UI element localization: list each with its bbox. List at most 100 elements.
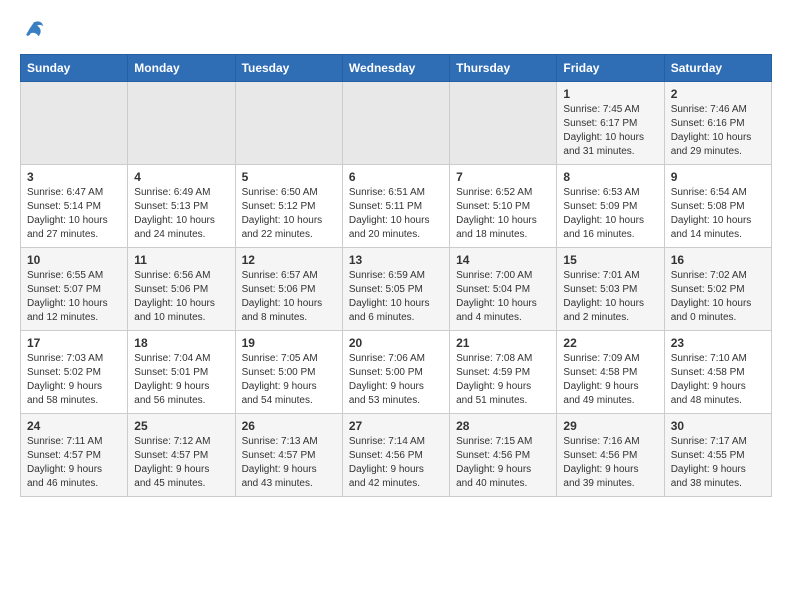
weekday-row: SundayMondayTuesdayWednesdayThursdayFrid…	[21, 55, 772, 82]
day-number: 21	[456, 336, 550, 350]
day-number: 11	[134, 253, 228, 267]
calendar-cell: 9 Sunrise: 6:54 AM Sunset: 5:08 PM Daylig…	[664, 165, 771, 248]
calendar-week-row: 17 Sunrise: 7:03 AM Sunset: 5:02 PM Dayli…	[21, 331, 772, 414]
calendar-cell: 25 Sunrise: 7:12 AM Sunset: 4:57 PM Dayli…	[128, 414, 235, 497]
logo-icon	[20, 16, 48, 44]
day-number: 8	[563, 170, 657, 184]
day-info: Sunrise: 7:13 AM Sunset: 4:57 PM Dayligh…	[242, 435, 336, 491]
calendar-cell: 21 Sunrise: 7:08 AM Sunset: 4:59 PM Dayli…	[450, 331, 557, 414]
day-info: Sunrise: 6:56 AM Sunset: 5:06 PM Dayligh…	[134, 269, 228, 325]
day-number: 19	[242, 336, 336, 350]
calendar-cell: 7 Sunrise: 6:52 AM Sunset: 5:10 PM Daylig…	[450, 165, 557, 248]
header	[20, 16, 772, 44]
calendar-cell: 15 Sunrise: 7:01 AM Sunset: 5:03 PM Dayli…	[557, 248, 664, 331]
calendar-cell: 8Sunrise: 6:53 AM Sunset: 5:09 PM Daylig…	[557, 165, 664, 248]
day-info: Sunrise: 6:49 AM Sunset: 5:13 PM Dayligh…	[134, 186, 228, 242]
day-number: 17	[27, 336, 121, 350]
calendar-cell: 1Sunrise: 7:45 AM Sunset: 6:17 PM Daylig…	[557, 82, 664, 165]
calendar-cell	[128, 82, 235, 165]
day-number: 14	[456, 253, 550, 267]
calendar-cell	[342, 82, 449, 165]
day-info: Sunrise: 6:57 AM Sunset: 5:06 PM Dayligh…	[242, 269, 336, 325]
calendar-cell: 16 Sunrise: 7:02 AM Sunset: 5:02 PM Dayli…	[664, 248, 771, 331]
calendar-cell: 4 Sunrise: 6:49 AM Sunset: 5:13 PM Daylig…	[128, 165, 235, 248]
calendar-cell: 24Sunrise: 7:11 AM Sunset: 4:57 PM Dayli…	[21, 414, 128, 497]
weekday-header: Friday	[557, 55, 664, 82]
day-number: 12	[242, 253, 336, 267]
day-number: 6	[349, 170, 443, 184]
calendar-cell: 13Sunrise: 6:59 AM Sunset: 5:05 PM Dayli…	[342, 248, 449, 331]
day-info: Sunrise: 7:10 AM Sunset: 4:58 PM Dayligh…	[671, 352, 765, 408]
day-info: Sunrise: 6:50 AM Sunset: 5:12 PM Dayligh…	[242, 186, 336, 242]
day-number: 7	[456, 170, 550, 184]
day-number: 23	[671, 336, 765, 350]
day-number: 28	[456, 419, 550, 433]
calendar-cell: 3 Sunrise: 6:47 AM Sunset: 5:14 PM Daylig…	[21, 165, 128, 248]
day-number: 10	[27, 253, 121, 267]
day-info: Sunrise: 7:05 AM Sunset: 5:00 PM Dayligh…	[242, 352, 336, 408]
calendar-cell: 19 Sunrise: 7:05 AM Sunset: 5:00 PM Dayli…	[235, 331, 342, 414]
day-info: Sunrise: 7:17 AM Sunset: 4:55 PM Dayligh…	[671, 435, 765, 491]
calendar-cell: 11 Sunrise: 6:56 AM Sunset: 5:06 PM Dayli…	[128, 248, 235, 331]
calendar-cell: 20Sunrise: 7:06 AM Sunset: 5:00 PM Dayli…	[342, 331, 449, 414]
day-info: Sunrise: 7:08 AM Sunset: 4:59 PM Dayligh…	[456, 352, 550, 408]
day-info: Sunrise: 7:09 AM Sunset: 4:58 PM Dayligh…	[563, 352, 657, 408]
day-info: Sunrise: 6:54 AM Sunset: 5:08 PM Dayligh…	[671, 186, 765, 242]
calendar-cell: 5Sunrise: 6:50 AM Sunset: 5:12 PM Daylig…	[235, 165, 342, 248]
calendar-cell: 23 Sunrise: 7:10 AM Sunset: 4:58 PM Dayli…	[664, 331, 771, 414]
calendar-cell: 26 Sunrise: 7:13 AM Sunset: 4:57 PM Dayli…	[235, 414, 342, 497]
day-number: 16	[671, 253, 765, 267]
calendar-cell	[21, 82, 128, 165]
day-number: 30	[671, 419, 765, 433]
day-info: Sunrise: 7:16 AM Sunset: 4:56 PM Dayligh…	[563, 435, 657, 491]
day-number: 22	[563, 336, 657, 350]
calendar-cell: 30 Sunrise: 7:17 AM Sunset: 4:55 PM Dayli…	[664, 414, 771, 497]
calendar-table: SundayMondayTuesdayWednesdayThursdayFrid…	[20, 54, 772, 497]
day-info: Sunrise: 7:12 AM Sunset: 4:57 PM Dayligh…	[134, 435, 228, 491]
calendar-cell	[235, 82, 342, 165]
calendar-week-row: 10 Sunrise: 6:55 AM Sunset: 5:07 PM Dayli…	[21, 248, 772, 331]
day-info: Sunrise: 6:52 AM Sunset: 5:10 PM Dayligh…	[456, 186, 550, 242]
day-info: Sunrise: 6:55 AM Sunset: 5:07 PM Dayligh…	[27, 269, 121, 325]
day-number: 29	[563, 419, 657, 433]
day-info: Sunrise: 7:45 AM Sunset: 6:17 PM Dayligh…	[563, 103, 657, 159]
day-info: Sunrise: 7:06 AM Sunset: 5:00 PM Dayligh…	[349, 352, 443, 408]
calendar-header: SundayMondayTuesdayWednesdayThursdayFrid…	[21, 55, 772, 82]
weekday-header: Sunday	[21, 55, 128, 82]
calendar-cell: 2 Sunrise: 7:46 AM Sunset: 6:16 PM Daylig…	[664, 82, 771, 165]
calendar-body: 1Sunrise: 7:45 AM Sunset: 6:17 PM Daylig…	[21, 82, 772, 497]
day-number: 24	[27, 419, 121, 433]
day-number: 26	[242, 419, 336, 433]
day-number: 15	[563, 253, 657, 267]
day-number: 13	[349, 253, 443, 267]
calendar-week-row: 1Sunrise: 7:45 AM Sunset: 6:17 PM Daylig…	[21, 82, 772, 165]
weekday-header: Wednesday	[342, 55, 449, 82]
logo	[20, 16, 52, 44]
day-info: Sunrise: 7:46 AM Sunset: 6:16 PM Dayligh…	[671, 103, 765, 159]
day-number: 3	[27, 170, 121, 184]
weekday-header: Monday	[128, 55, 235, 82]
weekday-header: Saturday	[664, 55, 771, 82]
day-number: 4	[134, 170, 228, 184]
day-number: 2	[671, 87, 765, 101]
day-info: Sunrise: 6:47 AM Sunset: 5:14 PM Dayligh…	[27, 186, 121, 242]
calendar-cell: 14 Sunrise: 7:00 AM Sunset: 5:04 PM Dayli…	[450, 248, 557, 331]
calendar-cell: 22 Sunrise: 7:09 AM Sunset: 4:58 PM Dayli…	[557, 331, 664, 414]
day-number: 25	[134, 419, 228, 433]
day-number: 9	[671, 170, 765, 184]
day-info: Sunrise: 7:01 AM Sunset: 5:03 PM Dayligh…	[563, 269, 657, 325]
day-number: 27	[349, 419, 443, 433]
day-info: Sunrise: 7:15 AM Sunset: 4:56 PM Dayligh…	[456, 435, 550, 491]
calendar-week-row: 24Sunrise: 7:11 AM Sunset: 4:57 PM Dayli…	[21, 414, 772, 497]
day-info: Sunrise: 6:51 AM Sunset: 5:11 PM Dayligh…	[349, 186, 443, 242]
day-info: Sunrise: 7:00 AM Sunset: 5:04 PM Dayligh…	[456, 269, 550, 325]
calendar-cell: 28 Sunrise: 7:15 AM Sunset: 4:56 PM Dayli…	[450, 414, 557, 497]
day-info: Sunrise: 7:02 AM Sunset: 5:02 PM Dayligh…	[671, 269, 765, 325]
calendar-week-row: 3 Sunrise: 6:47 AM Sunset: 5:14 PM Daylig…	[21, 165, 772, 248]
calendar-cell	[450, 82, 557, 165]
calendar-cell: 17 Sunrise: 7:03 AM Sunset: 5:02 PM Dayli…	[21, 331, 128, 414]
day-info: Sunrise: 7:03 AM Sunset: 5:02 PM Dayligh…	[27, 352, 121, 408]
weekday-header: Tuesday	[235, 55, 342, 82]
calendar-cell: 29 Sunrise: 7:16 AM Sunset: 4:56 PM Dayli…	[557, 414, 664, 497]
day-number: 18	[134, 336, 228, 350]
